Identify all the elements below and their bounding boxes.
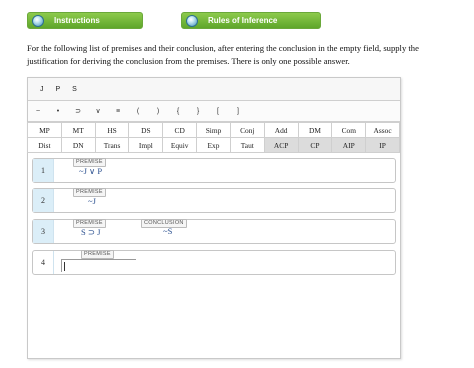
rule-hs-button[interactable]: HS: [94, 122, 130, 138]
symbol-tilde-button[interactable]: ~: [28, 108, 48, 115]
rule-dn-button[interactable]: DN: [60, 137, 96, 153]
line-number: 2: [33, 189, 54, 212]
variable-button-j[interactable]: J: [40, 86, 44, 93]
symbol-open-brace-button[interactable]: {: [168, 108, 188, 115]
conclusion-formula: ~S: [163, 226, 173, 236]
symbol-close-paren-button[interactable]: ): [148, 108, 168, 115]
symbol-horseshoe-button[interactable]: ⊃: [68, 107, 88, 115]
rule-cd-button[interactable]: CD: [162, 122, 198, 138]
rule-acp-button[interactable]: ACP: [263, 137, 299, 153]
rule-ds-button[interactable]: DS: [128, 122, 164, 138]
rule-mt-button[interactable]: MT: [60, 122, 96, 138]
symbol-open-paren-button[interactable]: (: [128, 108, 148, 115]
globe-icon: [32, 14, 44, 27]
rules-grid: MP MT HS DS CD Simp Conj Add DM Com Asso…: [27, 122, 400, 153]
premise-tag: PREMISE: [81, 250, 114, 259]
rule-dist-button[interactable]: Dist: [27, 137, 62, 153]
globe-icon: [186, 14, 198, 27]
conclusion-input-field[interactable]: [61, 259, 136, 272]
instructions-tab-label: Instructions: [54, 16, 100, 25]
proof-line-3[interactable]: 3 PREMISE S ⊃ J CONCLUSION ~S: [32, 219, 396, 244]
rule-cp-button[interactable]: CP: [297, 137, 333, 153]
line-number: 3: [33, 220, 54, 243]
rule-simp-button[interactable]: Simp: [196, 122, 231, 138]
line-formula: ~J: [88, 196, 96, 206]
line-number: 4: [33, 251, 54, 274]
symbol-close-bracket-button[interactable]: ]: [228, 108, 248, 115]
symbol-wedge-button[interactable]: ∨: [88, 107, 108, 115]
rules-of-inference-tab-label: Rules of Inference: [208, 16, 278, 25]
line-formula: ~J ∨ P: [79, 166, 103, 176]
instructions-paragraph: For the following list of premises and t…: [27, 43, 419, 66]
rule-dm-button[interactable]: DM: [297, 122, 333, 138]
line-number: 1: [33, 159, 54, 182]
proof-line-2[interactable]: 2 PREMISE ~J: [32, 188, 396, 213]
rule-com-button[interactable]: Com: [331, 122, 367, 138]
rule-conj-button[interactable]: Conj: [229, 122, 265, 138]
symbol-toolbar: ~ • ⊃ ∨ ≡ ( ) { } [ ]: [28, 101, 400, 122]
proof-panel: J P S ~ • ⊃ ∨ ≡ ( ) { } [ ] MP MT HS DS …: [27, 77, 401, 359]
symbol-close-brace-button[interactable]: }: [188, 108, 208, 115]
rule-add-button[interactable]: Add: [263, 122, 299, 138]
rule-mp-button[interactable]: MP: [27, 122, 62, 138]
rule-aip-button[interactable]: AIP: [331, 137, 367, 153]
variable-button-s[interactable]: S: [72, 86, 77, 93]
symbol-triple-bar-button[interactable]: ≡: [108, 108, 128, 115]
rule-exp-button[interactable]: Exp: [196, 137, 231, 153]
rule-assoc-button[interactable]: Assoc: [365, 122, 400, 138]
rule-taut-button[interactable]: Taut: [229, 137, 265, 153]
variable-button-p[interactable]: P: [56, 86, 61, 93]
line-formula: S ⊃ J: [81, 227, 101, 237]
rule-impl-button[interactable]: Impl: [128, 137, 164, 153]
proof-line-4[interactable]: 4 PREMISE: [32, 250, 396, 275]
symbol-dot-button[interactable]: •: [48, 108, 68, 115]
rule-equiv-button[interactable]: Equiv: [162, 137, 198, 153]
symbol-open-bracket-button[interactable]: [: [208, 108, 228, 115]
rules-of-inference-tab[interactable]: Rules of Inference: [181, 12, 321, 29]
rule-trans-button[interactable]: Trans: [94, 137, 130, 153]
proof-line-1[interactable]: 1 PREMISE ~J ∨ P: [32, 158, 396, 183]
instructions-tab[interactable]: Instructions: [27, 12, 143, 29]
variable-toolbar: J P S: [28, 78, 400, 101]
rule-ip-button[interactable]: IP: [365, 137, 400, 153]
text-caret: [64, 262, 65, 271]
